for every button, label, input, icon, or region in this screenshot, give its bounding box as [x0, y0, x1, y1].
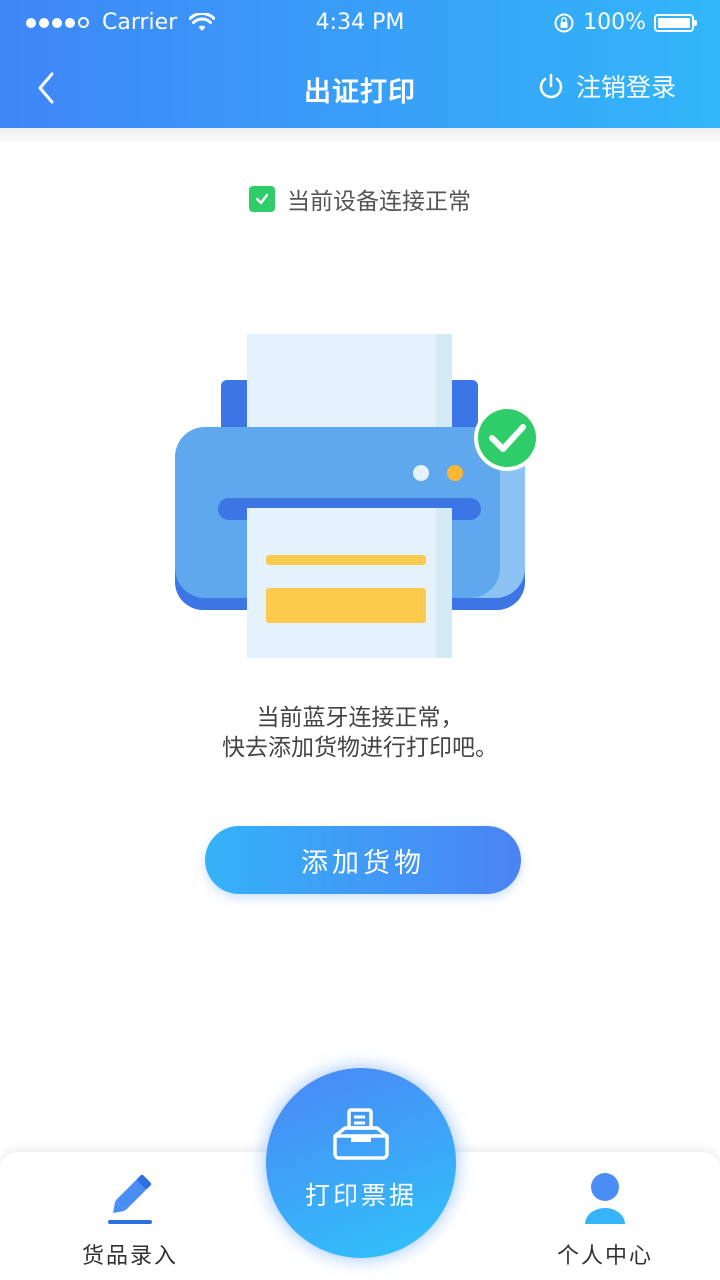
app-header: Carrier 4:34 PM 100% 出证打印 注销登录: [0, 0, 720, 128]
add-goods-button[interactable]: 添加货物: [205, 826, 521, 894]
pencil-icon: [108, 1174, 152, 1224]
printer-illustration: [175, 334, 540, 658]
device-status-text: 当前设备连接正常: [287, 189, 471, 215]
orientation-lock-icon: [554, 13, 574, 32]
battery-icon: [654, 13, 697, 32]
add-goods-label: 添加货物: [301, 847, 425, 879]
logout-label: 注销登录: [575, 73, 676, 102]
device-status: 当前设备连接正常: [0, 182, 720, 216]
tab-print-receipt-label: 打印票据: [304, 1181, 417, 1210]
tab-personal-center[interactable]: 个人中心: [525, 1170, 685, 1270]
tab-print-receipt[interactable]: 打印票据: [266, 1068, 456, 1258]
header-divider: [0, 128, 720, 142]
logout-button[interactable]: 注销登录: [536, 68, 676, 104]
user-icon: [585, 1173, 625, 1224]
printer-icon: [333, 1108, 389, 1160]
status-right: 100%: [553, 10, 697, 35]
power-icon: [539, 73, 563, 99]
connection-message: 当前蓝牙连接正常， 快去添加货物进行打印吧。: [0, 703, 720, 763]
message-line-2: 快去添加货物进行打印吧。: [222, 735, 498, 761]
tab-goods-entry-label: 货品录入: [81, 1244, 178, 1269]
status-bar: Carrier 4:34 PM 100%: [0, 0, 720, 46]
tab-personal-center-label: 个人中心: [556, 1244, 653, 1269]
printer-button-yellow: [447, 465, 463, 481]
printer-button-white: [413, 465, 429, 481]
message-line-1: 当前蓝牙连接正常，: [256, 705, 464, 731]
battery-percent: 100%: [583, 10, 646, 35]
success-check-icon: [478, 409, 536, 467]
checkbox-checked-icon: [249, 186, 275, 212]
tab-goods-entry[interactable]: 货品录入: [50, 1170, 210, 1270]
